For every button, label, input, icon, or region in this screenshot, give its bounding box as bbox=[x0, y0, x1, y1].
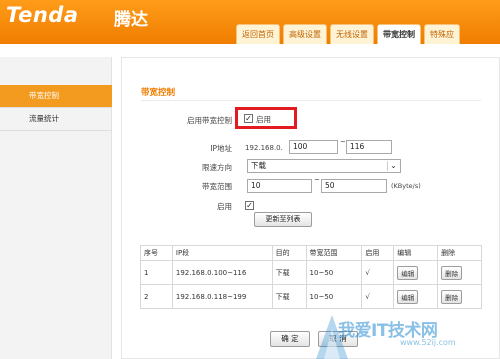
cell-no: 2 bbox=[140, 284, 173, 309]
cell-range: 10~50 bbox=[305, 260, 363, 285]
ip-prefix: 192.168.0. bbox=[245, 144, 283, 152]
section-title: 带宽控制 bbox=[141, 88, 176, 98]
enable-checkbox-text: 启用 bbox=[256, 115, 271, 124]
direction-select[interactable]: 下载 ⌄ bbox=[247, 159, 401, 173]
col-header-delete: 删除 bbox=[437, 245, 482, 261]
tab-bandwidth[interactable]: 带宽控制 bbox=[377, 24, 421, 44]
delete-button[interactable]: 删除 bbox=[441, 289, 463, 304]
tab-wireless[interactable]: 无线设置 bbox=[330, 24, 374, 44]
cell-enabled: √ bbox=[361, 260, 395, 285]
watermark-url: www.52ij.com bbox=[400, 338, 456, 347]
top-header: Tenda 腾达 返回首页 高级设置 无线设置 带宽控制 特殊应 bbox=[0, 0, 500, 44]
main-tabs: 返回首页 高级设置 无线设置 带宽控制 特殊应 bbox=[236, 24, 460, 44]
sidebar-divider bbox=[0, 130, 112, 131]
ip-label: IP地址 bbox=[210, 144, 232, 153]
enabled-label: 启用 bbox=[217, 202, 232, 211]
col-header-ip: IP段 bbox=[171, 245, 273, 261]
cell-dir: 下载 bbox=[271, 260, 307, 285]
cell-edit: 编辑 bbox=[393, 260, 439, 285]
edit-button[interactable]: 编辑 bbox=[397, 265, 419, 280]
table-row: 1 192.168.0.100~116 下载 10~50 √ 编辑 删除 bbox=[140, 260, 482, 285]
update-list-button[interactable]: 更新至列表 bbox=[254, 212, 312, 227]
col-header-no: 序号 bbox=[140, 245, 173, 261]
section-divider bbox=[141, 100, 481, 101]
range-min-input[interactable]: 10 bbox=[247, 179, 312, 193]
tenda-logo-cn: 腾达 bbox=[114, 10, 148, 30]
enable-checkbox[interactable]: ✓ bbox=[244, 114, 253, 123]
col-header-range: 带宽范围 bbox=[305, 245, 363, 261]
table-header-row: 序号 IP段 目的 带宽范围 启用 编辑 删除 bbox=[140, 245, 482, 261]
cell-ip: 192.168.0.100~116 bbox=[171, 260, 273, 285]
enabled-checkbox[interactable]: ✓ bbox=[245, 201, 254, 210]
range-max-input[interactable]: 50 bbox=[321, 179, 387, 193]
direction-label: 限速方向 bbox=[202, 163, 232, 172]
cell-ip: 192.168.0.118~199 bbox=[171, 284, 273, 309]
cell-dir: 下载 bbox=[271, 284, 307, 309]
sidebar-item-traffic[interactable]: 流量统计 bbox=[0, 108, 112, 130]
ip-start-input[interactable]: 100 bbox=[289, 140, 338, 154]
col-header-enabled: 启用 bbox=[361, 245, 395, 261]
range-tilde: ~ bbox=[314, 176, 320, 184]
ip-tilde: ~ bbox=[340, 138, 346, 146]
delete-button[interactable]: 删除 bbox=[441, 265, 463, 280]
tenda-logo: Tenda bbox=[6, 3, 79, 27]
enable-label: 启用带宽控制 bbox=[187, 116, 232, 125]
range-unit: (KByte/s) bbox=[391, 182, 421, 190]
direction-value: 下载 bbox=[251, 161, 266, 170]
tab-home[interactable]: 返回首页 bbox=[236, 24, 280, 44]
edit-button[interactable]: 编辑 bbox=[397, 289, 419, 304]
rules-table: 序号 IP段 目的 带宽范围 启用 编辑 删除 1 192.168.0.100~… bbox=[140, 245, 482, 309]
ip-end-input[interactable]: 116 bbox=[346, 140, 392, 154]
col-header-dir: 目的 bbox=[271, 245, 307, 261]
sidebar-item-bandwidth[interactable]: 带宽控制 bbox=[0, 85, 112, 107]
cell-no: 1 bbox=[140, 260, 173, 285]
tab-advanced[interactable]: 高级设置 bbox=[283, 24, 327, 44]
range-label: 带宽范围 bbox=[202, 182, 232, 191]
chevron-down-icon: ⌄ bbox=[387, 161, 399, 171]
col-header-edit: 编辑 bbox=[393, 245, 439, 261]
tab-special[interactable]: 特殊应 bbox=[424, 24, 460, 44]
cell-delete: 删除 bbox=[437, 260, 482, 285]
